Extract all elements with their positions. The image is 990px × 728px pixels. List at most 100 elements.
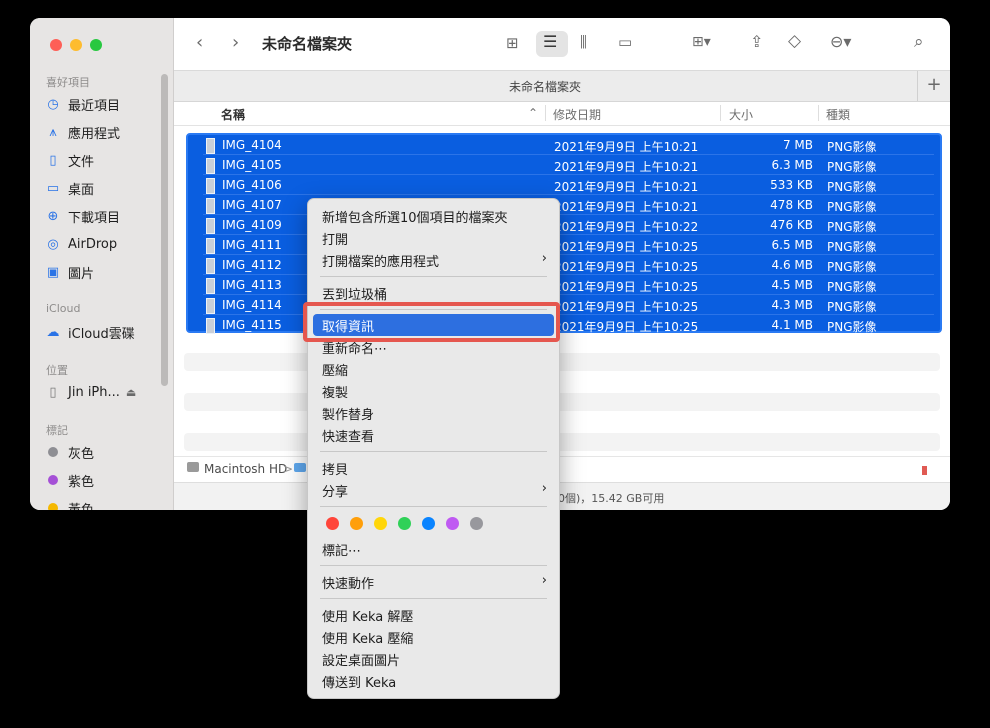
menu-item-new-folder-with-selection[interactable]: 新增包含所選10個項目的檔案夾: [322, 206, 508, 226]
menu-separator: [320, 276, 547, 277]
airdrop-icon: ◎: [47, 236, 59, 252]
file-date: 2021年9月9日 上午10:21: [554, 180, 699, 194]
table-row[interactable]: IMG_4107 2021年9月9日 上午10:21 478 KB PNG影像: [188, 195, 940, 215]
png-thumbnail-icon: [206, 218, 215, 234]
table-row[interactable]: IMG_4109 2021年9月9日 上午10:22 476 KB PNG影像: [188, 215, 940, 235]
menu-item-compress[interactable]: 壓縮: [322, 359, 348, 379]
menu-item-open-with[interactable]: 打開檔案的應用程式: [322, 250, 546, 270]
sidebar-item-pictures[interactable]: ▣ 圖片: [44, 261, 94, 283]
menu-item-keka-compress[interactable]: 使用 Keka 壓縮: [322, 627, 413, 647]
sidebar-item-downloads[interactable]: ⊕ 下載項目: [44, 205, 120, 227]
eject-icon[interactable]: ⏏: [126, 386, 136, 399]
date-column-header[interactable]: 修改日期: [553, 106, 601, 123]
zoom-window-button[interactable]: [90, 39, 102, 51]
table-row[interactable]: IMG_4115 2021年9月9日 上午10:25 4.1 MB PNG影像: [188, 315, 940, 335]
table-row[interactable]: IMG_4105 2021年9月9日 上午10:21 6.3 MB PNG影像: [188, 155, 940, 175]
png-thumbnail-icon: [206, 158, 215, 174]
path-bar: Macintosh HD >: [174, 456, 950, 483]
sidebar-item-icloud-drive[interactable]: ☁ iCloud雲碟: [44, 321, 135, 343]
file-list: IMG_4104 2021年9月9日 上午10:21 7 MB PNG影像 IMG_4…: [186, 133, 942, 335]
yellow-tag-icon[interactable]: [374, 517, 387, 530]
size-column-header[interactable]: 大小: [729, 106, 753, 123]
green-tag-icon[interactable]: [398, 517, 411, 530]
forward-icon[interactable]: ›: [232, 32, 239, 53]
menu-item-share[interactable]: 分享: [322, 480, 348, 500]
menu-item-keka-extract[interactable]: 使用 Keka 解壓: [322, 605, 413, 625]
menu-item-move-to-trash[interactable]: 丟到垃圾桶: [322, 283, 387, 303]
png-thumbnail-icon: [206, 238, 215, 254]
sidebar-item-label: iCloud雲碟: [68, 326, 135, 342]
file-size: 4.6 MB: [771, 258, 813, 272]
purple-tag-icon[interactable]: [446, 517, 459, 530]
file-name: IMG_4106: [222, 178, 282, 192]
icon-view-icon[interactable]: ⊞: [506, 34, 519, 52]
gray-tag-icon[interactable]: [470, 517, 483, 530]
menu-item-send-to-keka[interactable]: 傳送到 Keka: [322, 671, 396, 691]
share-icon[interactable]: ⇪: [750, 32, 763, 51]
menu-item-open[interactable]: 打開: [322, 228, 348, 248]
file-kind: PNG影像: [827, 240, 877, 254]
name-column-header[interactable]: 名稱: [221, 106, 245, 123]
sidebar-item-recents[interactable]: ◷ 最近項目: [44, 93, 120, 115]
menu-item-tags[interactable]: 標記⋯: [322, 539, 361, 559]
window-title: 未命名檔案夾: [262, 35, 353, 53]
file-size: 6.3 MB: [771, 158, 813, 172]
file-size: 4.1 MB: [771, 318, 813, 332]
file-kind: PNG影像: [827, 160, 877, 174]
table-row[interactable]: IMG_4114 2021年9月9日 上午10:25 4.3 MB PNG影像: [188, 295, 940, 315]
group-icon[interactable]: ⊞▾: [692, 34, 711, 50]
sidebar: 喜好項目 ◷ 最近項目 ⩚ 應用程式 ▯ 文件 ▭ 桌面 ⊕ 下載項目 ◎ AirDrop …: [30, 18, 174, 510]
table-row[interactable]: IMG_4106 2021年9月9日 上午10:21 533 KB PNG影像: [188, 175, 940, 195]
sidebar-tag-yellow[interactable]: 黃色: [44, 497, 94, 510]
yellow-tag-icon: [48, 503, 58, 510]
table-row[interactable]: IMG_4104 2021年9月9日 上午10:21 7 MB PNG影像: [188, 135, 940, 155]
minimize-window-button[interactable]: [70, 39, 82, 51]
sidebar-item-airdrop[interactable]: ◎ AirDrop: [44, 233, 117, 255]
sidebar-scrollbar[interactable]: [161, 74, 168, 386]
sidebar-tag-gray[interactable]: 灰色: [44, 441, 94, 463]
kind-column-header[interactable]: 種類: [826, 106, 850, 123]
menu-item-set-desktop-picture[interactable]: 設定桌面圖片: [322, 649, 400, 669]
menu-item-quick-actions[interactable]: 快速動作: [322, 572, 374, 592]
table-row[interactable]: IMG_4113 2021年9月9日 上午10:25 4.5 MB PNG影像: [188, 275, 940, 295]
menu-item-duplicate[interactable]: 複製: [322, 381, 348, 401]
folder-icon[interactable]: [294, 463, 306, 472]
path-item-disk[interactable]: Macintosh HD: [204, 462, 287, 476]
file-size: 4.3 MB: [771, 298, 813, 312]
table-row[interactable]: IMG_4111 2021年9月9日 上午10:25 6.5 MB PNG影像: [188, 235, 940, 255]
file-name: IMG_4114: [222, 298, 282, 312]
file-kind: PNG影像: [827, 320, 877, 334]
menu-item-make-alias[interactable]: 製作替身: [322, 403, 374, 423]
more-actions-icon[interactable]: ⊖▾: [830, 32, 851, 51]
disk-icon: [187, 462, 199, 472]
orange-tag-icon[interactable]: [350, 517, 363, 530]
close-window-button[interactable]: [50, 39, 62, 51]
tags-header: 標記: [46, 424, 68, 437]
table-row[interactable]: IMG_4112 2021年9月9日 上午10:25 4.6 MB PNG影像: [188, 255, 940, 275]
resize-indicator: [922, 466, 927, 475]
search-icon[interactable]: ⌕: [914, 32, 924, 52]
gallery-view-icon[interactable]: ▭: [618, 33, 632, 51]
file-kind: PNG影像: [827, 140, 877, 154]
column-view-icon[interactable]: ⫼: [580, 33, 587, 51]
red-tag-icon[interactable]: [326, 517, 339, 530]
sidebar-item-device[interactable]: ▯ Jin iPh... ⏏: [44, 381, 136, 403]
photo-icon: ▣: [46, 264, 60, 280]
menu-item-copy[interactable]: 拷貝: [322, 458, 348, 478]
tab-title[interactable]: 未命名檔案夾: [174, 78, 916, 95]
file-kind: PNG影像: [827, 220, 877, 234]
file-kind: PNG影像: [827, 180, 877, 194]
gray-tag-icon: [48, 447, 58, 457]
file-date: 2021年9月9日 上午10:25: [554, 300, 699, 314]
sidebar-item-applications[interactable]: ⩚ 應用程式: [44, 121, 120, 143]
sidebar-tag-purple[interactable]: 紫色: [44, 469, 94, 491]
file-size: 478 KB: [770, 198, 813, 212]
sidebar-item-label: Jin iPh...: [68, 384, 120, 400]
new-tab-button[interactable]: +: [917, 71, 950, 101]
sidebar-item-desktop[interactable]: ▭ 桌面: [44, 177, 94, 199]
menu-item-quick-look[interactable]: 快速查看: [322, 425, 374, 445]
back-icon[interactable]: ‹: [196, 32, 203, 53]
blue-tag-icon[interactable]: [422, 517, 435, 530]
tag-icon[interactable]: ◇: [788, 31, 801, 51]
sidebar-item-documents[interactable]: ▯ 文件: [44, 149, 94, 171]
